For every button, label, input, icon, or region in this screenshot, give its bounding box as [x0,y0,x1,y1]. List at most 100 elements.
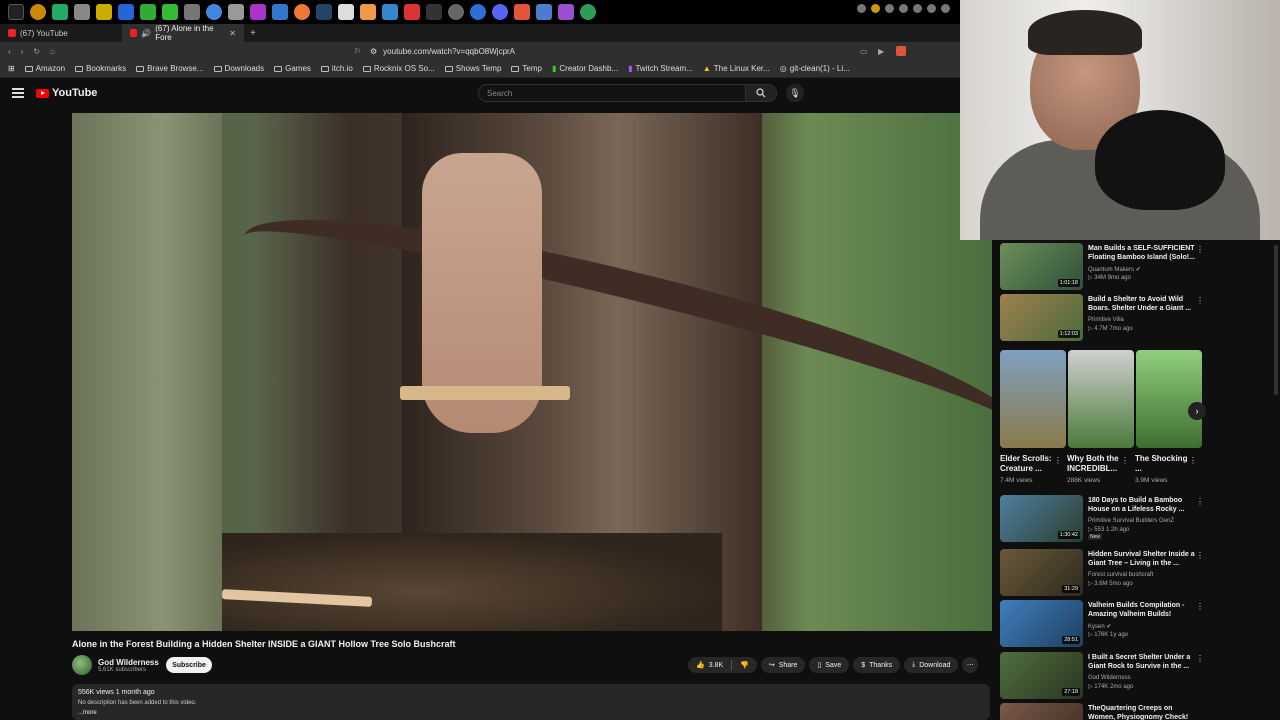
more-options-icon[interactable]: ⋮ [1196,245,1204,254]
more-options-icon[interactable]: ⋮ [1196,654,1204,663]
bookmark-item[interactable]: Temp [511,64,542,73]
brave-shield-icon[interactable] [896,46,906,56]
short-title[interactable]: The Shocking ... [1135,454,1189,474]
bookmark-item[interactable]: Amazon [24,64,65,73]
short-thumbnail[interactable] [1068,350,1134,448]
voice-search-button[interactable]: 🎙 [786,84,804,102]
taskbar-app-icon[interactable] [228,4,244,20]
tray-icon[interactable] [857,4,866,13]
bookmark-item[interactable]: itch.io [320,64,353,73]
channel-name[interactable]: God Wilderness [98,658,159,667]
taskbar-app-icon[interactable] [294,4,310,20]
bookmark-item[interactable]: Bookmarks [75,64,126,73]
extensions-icon[interactable]: ▭ [860,47,868,56]
channel-avatar[interactable] [72,655,92,675]
more-actions-button[interactable]: ⋯ [962,657,979,673]
taskbar-app-icon[interactable] [272,4,288,20]
taskbar-app-icon[interactable] [96,4,112,20]
more-options-icon[interactable]: ⋮ [1121,456,1129,465]
taskbar-app-icon[interactable] [316,4,332,20]
tray-icon[interactable] [871,4,880,13]
save-button[interactable]: ▯ Save [809,657,850,673]
tray-icon[interactable] [941,4,950,13]
thumbs-down-icon[interactable]: 👎 [740,661,749,669]
recommendation-item[interactable]: 27:18 I Built a Secret Shelter Under a G… [1000,652,1205,700]
recommendation-channel[interactable]: Quantum Makers ✔ [1088,266,1141,273]
taskbar-app-icon[interactable] [162,4,178,20]
tray-icon[interactable] [899,4,908,13]
download-button[interactable]: ⤓ Download [904,657,959,673]
taskbar-app-icon[interactable] [558,4,574,20]
recommendation-title[interactable]: Build a Shelter to Avoid Wild Boars. She… [1088,295,1196,314]
browser-tab-active[interactable]: 🔊 (67) Alone in the Fore ✕ [122,24,244,42]
taskbar-app-icon[interactable] [382,4,398,20]
bookmark-page-icon[interactable]: ⚐ [354,47,361,56]
recommendation-title[interactable]: Hidden Survival Shelter Inside a Giant T… [1088,550,1196,569]
taskbar-app-icon[interactable] [448,4,464,20]
tray-icon[interactable] [885,4,894,13]
bookmark-item[interactable]: ◎ git-clean(1) - Li... [780,64,850,73]
brave-icon[interactable] [514,4,530,20]
more-options-icon[interactable]: ⋮ [1196,551,1204,560]
recommendation-channel[interactable]: Primitive Villa [1088,317,1124,323]
browser-tab[interactable]: (67) YouTube [0,24,122,42]
taskbar-app-icon[interactable] [74,4,90,20]
bookmark-item[interactable]: Brave Browse... [136,64,204,73]
search-button[interactable] [745,84,777,102]
taskbar-app-icon[interactable] [140,4,156,20]
taskbar-app-icon[interactable] [250,4,266,20]
recommendation-item[interactable]: 28:51 Valheim Builds Compilation - Amazi… [1000,600,1205,648]
video-thumbnail[interactable]: 1:01:18 [1000,243,1083,290]
taskbar-app-icon[interactable] [580,4,596,20]
recommendation-channel[interactable]: Primitive Survival Builders GenZ [1088,518,1174,524]
taskbar-app-icon[interactable] [470,4,486,20]
description-box[interactable]: 556K views 1 month ago No description ha… [72,684,990,720]
taskbar-app-icon[interactable] [184,4,200,20]
short-thumbnail[interactable] [1000,350,1066,448]
more-options-icon[interactable]: ⋮ [1196,296,1204,305]
recommendation-title[interactable]: Man Builds a SELF-SUFFICIENT Floating Ba… [1088,244,1196,263]
shelf-next-button[interactable]: › [1188,402,1206,420]
bookmark-item[interactable]: ▮ Creator Dashb... [552,64,618,73]
like-button[interactable]: 👍 3.8K 👎 [688,657,757,673]
video-thumbnail[interactable]: 1:30:42 [1000,495,1083,542]
discord-icon[interactable] [492,4,508,20]
taskbar-app-icon[interactable] [360,4,376,20]
close-tab-icon[interactable]: ✕ [229,29,236,38]
short-title[interactable]: Elder Scrolls: Creature ... [1000,454,1054,474]
recommendation-title[interactable]: I Built a Secret Shelter Under a Giant R… [1088,653,1196,672]
thanks-button[interactable]: $ Thanks [853,657,901,673]
video-thumbnail[interactable]: 27:18 [1000,652,1083,699]
taskbar-app-icon[interactable] [338,4,354,20]
bookmark-item[interactable]: ▲ The Linux Ker... [703,64,770,73]
recommendation-item[interactable]: TheQuartering Creeps on Women, Physiogno… [1000,703,1205,720]
page-scrollbar[interactable] [1274,245,1278,395]
video-player[interactable] [72,113,992,631]
media-icon[interactable]: ▶ [878,47,884,56]
taskbar-app-icon[interactable] [118,4,134,20]
reload-icon[interactable]: ↻ [33,47,40,56]
home-icon[interactable]: ⌂ [50,47,55,56]
video-thumbnail[interactable]: 1:12:03 [1000,294,1083,341]
more-link[interactable]: ...more [78,708,984,718]
bookmark-item[interactable]: ▮ Twitch Stream... [628,64,693,73]
taskbar-app-icon[interactable] [206,4,222,20]
recommendation-title[interactable]: 180 Days to Build a Bamboo House on a Li… [1088,496,1196,515]
terminal-icon[interactable] [426,4,442,20]
recommendation-item[interactable]: 1:12:03 Build a Shelter to Avoid Wild Bo… [1000,294,1205,342]
recommendation-title[interactable]: TheQuartering Creeps on Women, Physiogno… [1088,704,1196,720]
more-options-icon[interactable]: ⋮ [1196,602,1204,611]
taskbar-app-icon[interactable] [52,4,68,20]
taskbar-app-icon[interactable] [404,4,420,20]
recommendation-item[interactable]: 31:29 Hidden Survival Shelter Inside a G… [1000,549,1205,597]
recommendation-item[interactable]: 1:01:18 Man Builds a SELF-SUFFICIENT Flo… [1000,243,1205,291]
recommendation-channel[interactable]: Kysen ✔ [1088,623,1111,630]
more-options-icon[interactable]: ⋮ [1054,456,1062,465]
youtube-logo[interactable]: YouTube [36,87,97,99]
url-field[interactable]: ⚙ youtube.com/watch?v=qqbO8WjcprA [370,45,870,58]
site-info-icon[interactable]: ⚙ [370,47,377,56]
apps-grid-icon[interactable]: ⊞ [8,64,15,73]
share-button[interactable]: ↪ Share [760,657,806,673]
app-grid-icon[interactable] [8,4,24,20]
tray-icon[interactable] [913,4,922,13]
